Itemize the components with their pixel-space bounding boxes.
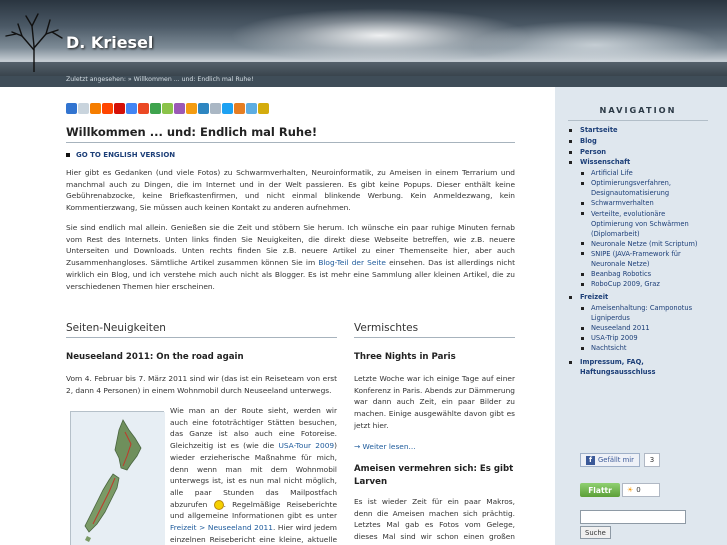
tree-logo-icon <box>5 13 63 72</box>
technorati-icon[interactable] <box>150 103 161 114</box>
site-header: D. Kriesel Zuletzt angesehen: » Willkomm… <box>0 0 727 87</box>
news-article-title[interactable]: Neuseeland 2011: On the road again <box>66 352 244 362</box>
facebook-like-button[interactable]: f Gefällt mir <box>580 453 640 467</box>
welcome-paragraph: Sie sind endlich mal allein. Genießen si… <box>66 222 515 292</box>
post-title: Willkommen ... und: Endlich mal Ruhe! <box>66 125 515 143</box>
nav-sub-item[interactable]: Schwarmverhalten <box>580 198 708 208</box>
english-version-label[interactable]: GO TO ENGLISH VERSION <box>76 151 175 159</box>
home-icon[interactable] <box>258 103 269 114</box>
plus-icon[interactable] <box>234 103 245 114</box>
misc-heading: Vermischtes <box>354 322 515 338</box>
flattr-count-value: 0 <box>636 486 641 494</box>
nz-2011-link[interactable]: Freizeit > Neuseeland 2011 <box>170 523 273 532</box>
stumble-icon[interactable] <box>138 103 149 114</box>
flattr-sun-icon: ☀ <box>627 486 634 494</box>
news-body-text-b: ) wieder erzieherische Maßnahme für mich… <box>170 441 337 509</box>
nav-sub-item[interactable]: SNIPE (JAVA-Framework für Neuronale Netz… <box>580 249 708 269</box>
facebook-like-count: 3 <box>643 453 660 467</box>
nav-item-freizeit-label[interactable]: Freizeit <box>580 293 608 301</box>
page-body: Willkommen ... und: Endlich mal Ruhe! GO… <box>0 87 727 545</box>
search-button[interactable]: Suche <box>580 526 611 539</box>
blogger-icon[interactable] <box>90 103 101 114</box>
nav-sub-item[interactable]: USA-Trip 2009 <box>580 333 708 343</box>
nav-item-blog[interactable]: Blog <box>568 136 708 147</box>
delicious-icon[interactable] <box>66 103 77 114</box>
share-icon[interactable] <box>246 103 257 114</box>
nav-sub-item[interactable]: Optimierungsverfahren, Designautomatisie… <box>580 178 708 198</box>
site-title[interactable]: D. Kriesel <box>66 33 153 52</box>
breadcrumb: Zuletzt angesehen: » Willkommen ... und:… <box>66 76 254 83</box>
nav-item-impressum[interactable]: Impressum, FAQ, Haftungsausschluss <box>568 357 708 379</box>
nav-sub-item[interactable]: Neuseeland 2011 <box>580 323 708 333</box>
nav-sub-item[interactable]: Nachtsicht <box>580 343 708 353</box>
paris-article-body: Letzte Woche war ich einige Tage auf ein… <box>354 374 515 430</box>
flattr-button[interactable]: Flattr <box>580 483 620 497</box>
bullet-icon <box>66 153 70 157</box>
nav-sub-item[interactable]: RoboCup 2009, Graz <box>580 279 708 289</box>
search-input[interactable] <box>580 510 686 524</box>
bookmark-icon[interactable] <box>198 103 209 114</box>
wissenschaft-submenu: Artificial Life Optimierungsverfahren, D… <box>580 168 708 289</box>
nav-item-person[interactable]: Person <box>568 147 708 158</box>
header-ground <box>0 62 727 76</box>
main-content: Willkommen ... und: Endlich mal Ruhe! GO… <box>0 87 553 545</box>
facebook-icon: f <box>586 455 595 465</box>
reddit-icon[interactable] <box>102 103 113 114</box>
google-icon[interactable] <box>126 103 137 114</box>
flattr-widget: Flattr ☀ 0 <box>580 483 660 497</box>
nav-sub-item[interactable]: Artificial Life <box>580 168 708 178</box>
paris-article-title[interactable]: Three Nights in Paris <box>354 352 456 362</box>
map-icon <box>71 412 165 545</box>
usa-tour-link[interactable]: USA-Tour 2009 <box>278 441 334 450</box>
ants-article-title-text[interactable]: Ameisen vermehren sich: Es gibt Larven <box>354 463 515 489</box>
nav-sub-item[interactable]: Beanbag Robotics <box>580 269 708 279</box>
paris-read-more-link[interactable]: → Weiter lesen... <box>354 441 515 453</box>
navigation-title: NAVIGATION <box>568 97 708 121</box>
nav-item-startseite[interactable]: Startseite <box>568 125 708 136</box>
new-zealand-map[interactable] <box>70 411 165 545</box>
nav-sub-item[interactable]: Verteilte, evolutionäre Optimierung von … <box>580 209 708 239</box>
feed-icon[interactable] <box>186 103 197 114</box>
digg-icon[interactable] <box>78 103 89 114</box>
twitter-icon[interactable] <box>222 103 233 114</box>
facebook-like-label: Gefällt mir <box>598 456 634 464</box>
copy-icon[interactable] <box>210 103 221 114</box>
nav-item-freizeit[interactable]: Freizeit Ameisenhaltung: Camponotus Lign… <box>568 292 708 353</box>
site-news-heading: Seiten-Neuigkeiten <box>66 322 337 338</box>
flattr-count: ☀ 0 <box>622 483 660 497</box>
nav-item-wissenschaft[interactable]: Wissenschaft Artificial Life Optimierung… <box>568 157 708 289</box>
nav-sub-item[interactable]: Neuronale Netze (mit Scriptum) <box>580 239 708 249</box>
nav-list: Startseite Blog Person Wissenschaft Arti… <box>568 125 708 378</box>
english-version-link[interactable]: GO TO ENGLISH VERSION <box>66 151 175 159</box>
share-bar <box>66 103 269 114</box>
lastfm-icon[interactable] <box>114 103 125 114</box>
smiley-icon <box>213 499 224 510</box>
nav-item-wissenschaft-label[interactable]: Wissenschaft <box>580 158 630 166</box>
furl-icon[interactable] <box>174 103 185 114</box>
facebook-like: f Gefällt mir 3 <box>580 453 660 467</box>
ants-article-body: Es ist wieder Zeit für ein paar Makros, … <box>354 497 515 545</box>
intro-paragraph: Hier gibt es Gedanken (und viele Fotos) … <box>66 168 515 213</box>
nav-sub-item[interactable]: Ameisenhaltung: Camponotus Ligniperdus <box>580 303 708 323</box>
freizeit-submenu: Ameisenhaltung: Camponotus Ligniperdus N… <box>580 303 708 353</box>
sidebar: NAVIGATION Startseite Blog Person Wissen… <box>555 87 727 545</box>
news-article-intro: Vom 4. Februar bis 7. März 2011 sind wir… <box>66 374 337 395</box>
blog-part-link[interactable]: Blog-Teil der Seite <box>318 258 386 267</box>
news-article-body: Wie man an der Route sieht, werden wir a… <box>170 405 337 545</box>
mixx-icon[interactable] <box>162 103 173 114</box>
